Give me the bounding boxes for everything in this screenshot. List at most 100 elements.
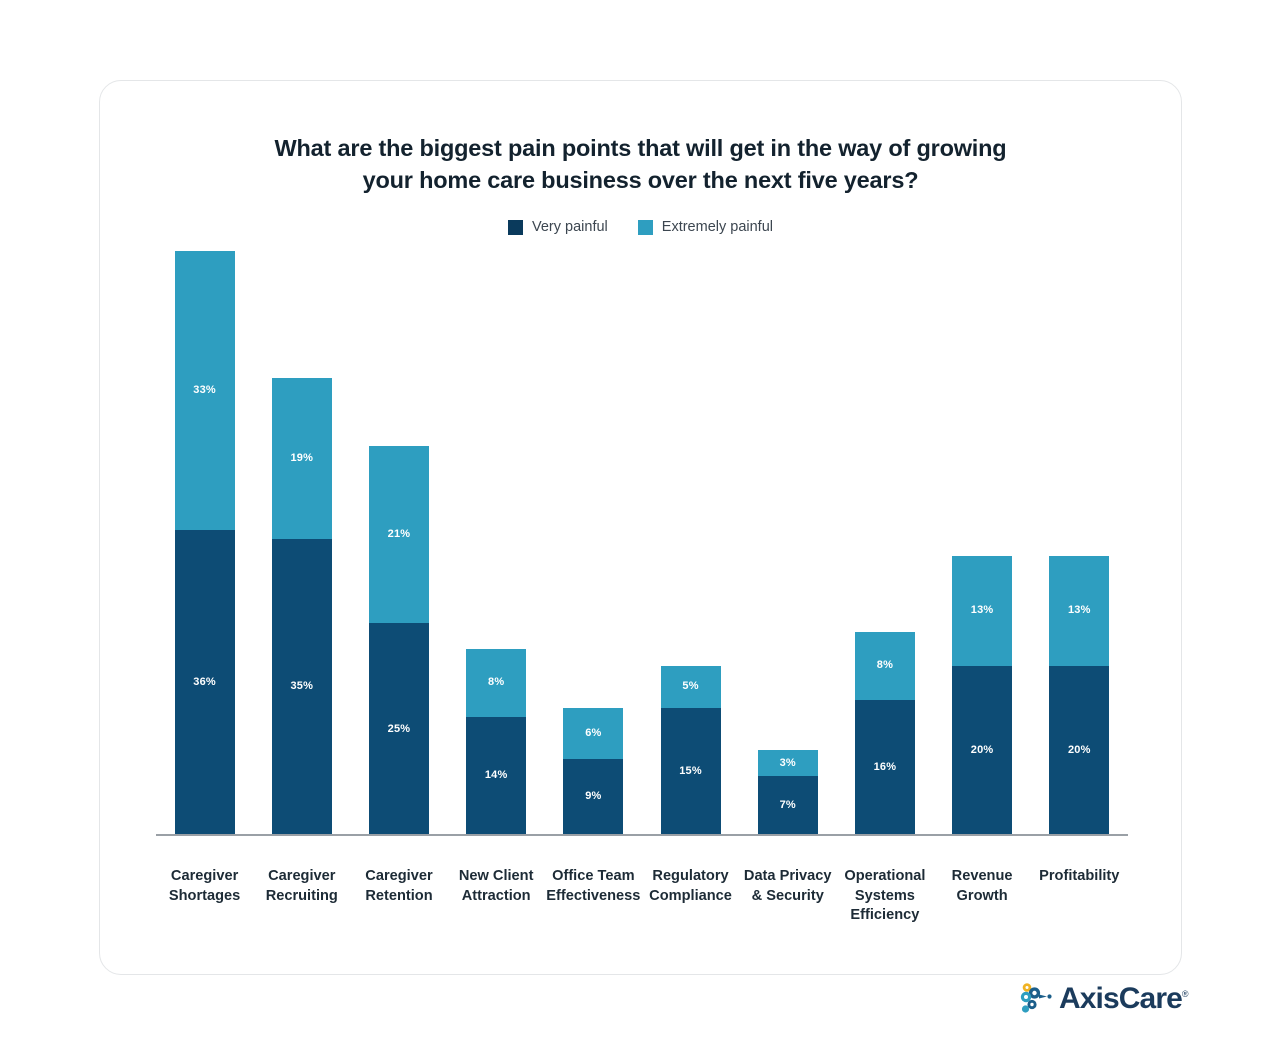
x-axis-label-line: Effectiveness xyxy=(546,887,641,904)
bar-value-label: 20% xyxy=(1067,743,1091,756)
bar-segment-very-painful[interactable]: 20% xyxy=(952,665,1013,835)
bar-column: 19% 35% xyxy=(253,251,350,835)
bar-column: 13% 20% xyxy=(1031,251,1128,835)
x-axis-labels: Caregiver Shortages Caregiver Recruiting Car… xyxy=(156,867,1128,926)
bar-column: 5% 15% xyxy=(642,251,739,835)
chart-title-line-2: your home care business over the next fi… xyxy=(362,166,919,193)
trademark-symbol: ® xyxy=(1181,989,1189,999)
bar-value-label: 3% xyxy=(779,756,796,769)
x-axis-label-line: Growth xyxy=(956,887,1008,904)
x-axis-label-line: Retention xyxy=(365,887,433,904)
x-axis-label-line: Compliance xyxy=(649,887,732,904)
bar-segment-very-painful[interactable]: 9% xyxy=(563,758,624,835)
bar-segment-very-painful[interactable]: 35% xyxy=(271,538,332,835)
bar-segment-very-painful[interactable]: 16% xyxy=(854,699,915,835)
bar-column: 13% 20% xyxy=(934,251,1031,835)
x-axis-label: Office Team Effectiveness xyxy=(545,867,642,906)
bar-segment-extremely-painful[interactable]: 8% xyxy=(854,631,915,700)
bar-segment-very-painful[interactable]: 7% xyxy=(757,775,818,835)
bar-segment-very-painful[interactable]: 36% xyxy=(174,530,235,835)
bar-stack[interactable]: 21% 25% xyxy=(368,445,429,835)
x-axis-label: Caregiver Shortages xyxy=(156,867,253,906)
chart-page: What are the biggest pain points that wi… xyxy=(0,0,1280,1056)
bar-value-label: 19% xyxy=(290,451,314,464)
x-axis-label: Revenue Growth xyxy=(934,867,1031,906)
bar-stack[interactable]: 5% 15% xyxy=(660,665,721,835)
bar-segment-extremely-painful[interactable]: 3% xyxy=(757,750,818,776)
bar-value-label: 13% xyxy=(1067,604,1091,617)
x-axis-label-line: New Client xyxy=(458,868,534,884)
bar-value-label: 35% xyxy=(290,680,314,693)
bar-segment-extremely-painful[interactable]: 5% xyxy=(660,665,721,709)
axiscare-helix-icon xyxy=(1020,983,1052,1013)
axiscare-wordmark-text: AxisCare xyxy=(1059,982,1183,1015)
bar-stack[interactable]: 19% 35% xyxy=(271,377,332,835)
bar-value-label: 25% xyxy=(387,722,411,735)
bar-stack[interactable]: 13% 20% xyxy=(1049,555,1110,835)
bar-value-label: 9% xyxy=(585,790,602,803)
bar-value-label: 16% xyxy=(873,760,897,773)
plot-area: 33% 36% 19% 35% 21% 25% 8% 14% 6% 9% 5% 15% 3% 7% 8% 16… xyxy=(156,201,1128,865)
bar-column: 33% 36% xyxy=(156,251,253,835)
x-axis-label-line: Office Team xyxy=(552,868,635,884)
x-axis-label: Caregiver Recruiting xyxy=(253,867,350,906)
chart-title: What are the biggest pain points that wi… xyxy=(100,133,1181,197)
x-axis-label-line: Caregiver xyxy=(268,868,336,884)
bar-column: 8% 16% xyxy=(836,251,933,835)
bar-segment-extremely-painful[interactable]: 21% xyxy=(368,445,429,624)
bar-segment-very-painful[interactable]: 20% xyxy=(1049,665,1110,835)
bar-value-label: 7% xyxy=(779,798,796,811)
x-axis-label: Caregiver Retention xyxy=(350,867,447,906)
x-axis-label-line: Data Privacy xyxy=(743,868,832,884)
x-axis-label: Regulatory Compliance xyxy=(642,867,739,906)
x-axis-line xyxy=(156,834,1128,836)
bar-column: 3% 7% xyxy=(739,251,836,835)
bar-stack[interactable]: 8% 16% xyxy=(854,631,915,835)
bar-stack[interactable]: 3% 7% xyxy=(757,750,818,835)
bar-value-label: 13% xyxy=(970,604,994,617)
bars-container: 33% 36% 19% 35% 21% 25% 8% 14% 6% 9% 5% 15% 3% 7% 8% 16… xyxy=(156,251,1128,835)
bar-segment-extremely-painful[interactable]: 8% xyxy=(466,648,527,717)
bar-stack[interactable]: 8% 14% xyxy=(466,648,527,835)
bar-column: 6% 9% xyxy=(545,251,642,835)
x-axis-label-line: Shortages xyxy=(168,887,241,904)
x-axis-label-line: Systems xyxy=(854,887,915,904)
bar-segment-extremely-painful[interactable]: 13% xyxy=(1049,555,1110,666)
bar-segment-very-painful[interactable]: 14% xyxy=(466,716,527,835)
bar-value-label: 15% xyxy=(679,765,702,778)
bar-value-label: 5% xyxy=(682,680,699,693)
x-axis-label-line: Regulatory xyxy=(652,868,729,884)
bar-segment-very-painful[interactable]: 25% xyxy=(368,623,429,835)
bar-column: 8% 14% xyxy=(448,251,545,835)
x-axis-label: Data Privacy & Security xyxy=(739,867,836,906)
bar-stack[interactable]: 33% 36% xyxy=(174,251,235,835)
bar-column: 21% 25% xyxy=(350,251,447,835)
bar-value-label: 8% xyxy=(876,659,894,672)
x-axis-label-line: & Security xyxy=(751,887,824,904)
x-axis-label: Profitability xyxy=(1031,867,1128,887)
axiscare-logo[interactable]: AxisCare® xyxy=(1018,982,1188,1016)
chart-card: What are the biggest pain points that wi… xyxy=(99,80,1182,975)
bar-segment-extremely-painful[interactable]: 13% xyxy=(952,555,1013,666)
axiscare-wordmark: AxisCare® xyxy=(1059,984,1188,1014)
bar-value-label: 21% xyxy=(387,528,411,541)
bar-stack[interactable]: 6% 9% xyxy=(563,708,624,835)
x-axis-label-line: Revenue xyxy=(951,868,1013,884)
x-axis-label-line: Recruiting xyxy=(265,887,338,904)
bar-value-label: 6% xyxy=(585,726,602,739)
bar-stack[interactable]: 13% 20% xyxy=(952,555,1013,835)
x-axis-label-line: Attraction xyxy=(461,887,531,904)
x-axis-label: Operational Systems Efficiency xyxy=(836,867,933,926)
bar-segment-extremely-painful[interactable]: 33% xyxy=(174,251,235,531)
x-axis-label: New Client Attraction xyxy=(448,867,545,906)
bar-segment-extremely-painful[interactable]: 19% xyxy=(271,377,332,539)
x-axis-label-line: Caregiver xyxy=(365,868,433,884)
chart-title-line-1: What are the biggest pain points that wi… xyxy=(274,135,1007,161)
bar-value-label: 14% xyxy=(484,769,508,782)
x-axis-label-line: Profitability xyxy=(1039,868,1120,884)
bar-segment-very-painful[interactable]: 15% xyxy=(660,708,721,835)
x-axis-label-line: Operational xyxy=(844,868,926,884)
bar-segment-extremely-painful[interactable]: 6% xyxy=(563,708,624,759)
bar-value-label: 36% xyxy=(193,676,216,689)
x-axis-label-line: Caregiver xyxy=(170,868,239,884)
